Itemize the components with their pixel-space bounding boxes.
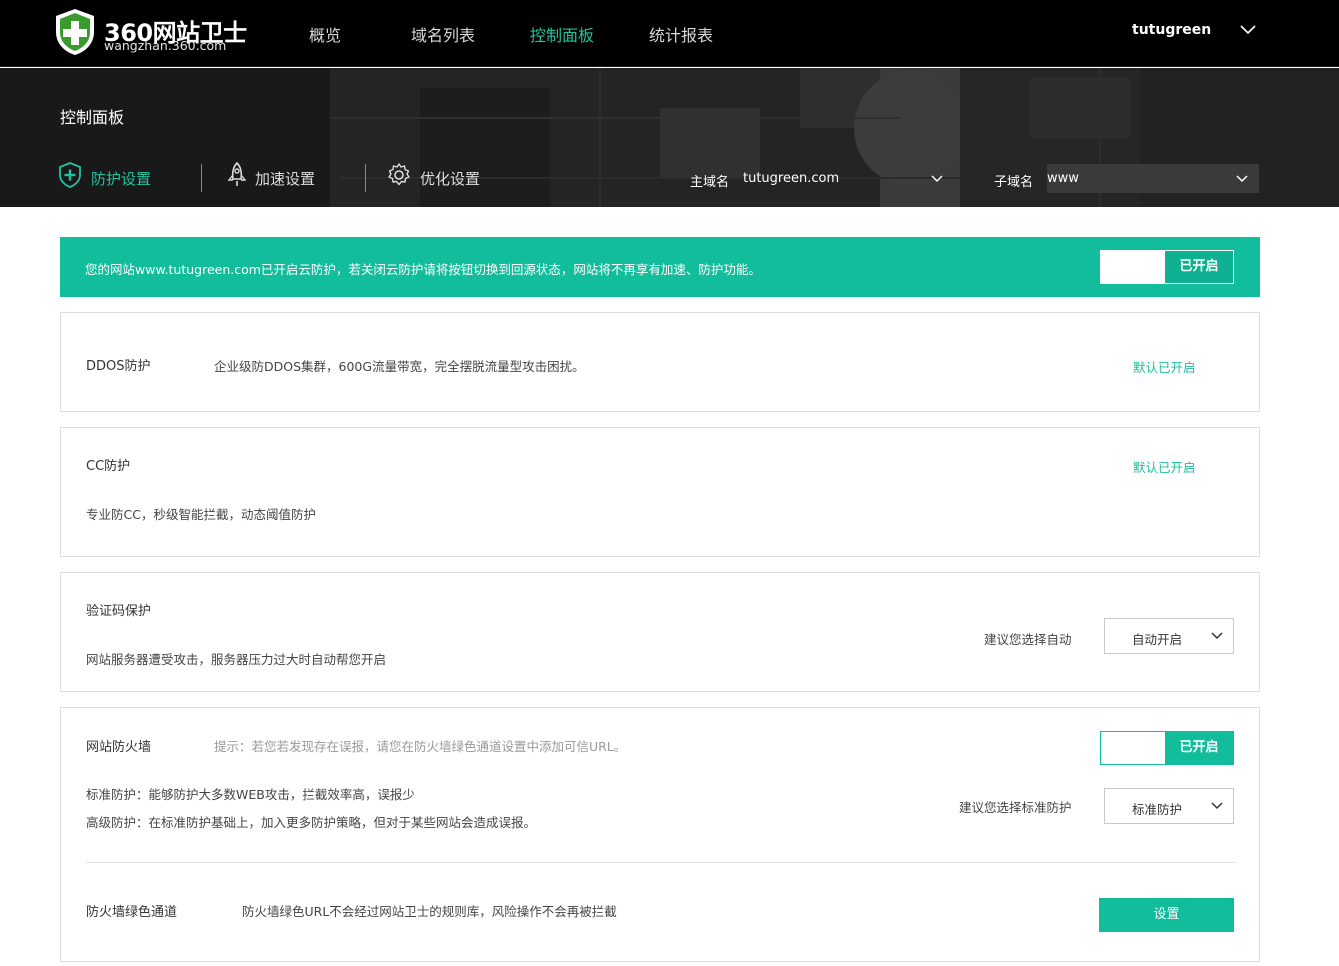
ddos-desc: 企业级防DDOS集群，600G流量带宽，完全摆脱流量型攻击困扰。	[214, 359, 585, 374]
captcha-suggest: 建议您选择自动	[984, 632, 1072, 647]
sub-domain-select[interactable]: www	[1047, 164, 1259, 193]
tab-optimization-settings[interactable]: 优化设置	[388, 163, 481, 189]
sub-domain-value: www	[1047, 171, 1079, 186]
shield-logo-icon	[56, 9, 94, 55]
nav-domain-list[interactable]: 域名列表	[411, 22, 475, 46]
firewall-standard-desc: 标准防护：能够防护大多数WEB攻击，拦截效率高，误报少	[86, 787, 415, 802]
cc-protection-card: CC防护 默认已开启 专业防CC，秒级智能拦截，动态阈值防护	[60, 427, 1260, 557]
tab-acceleration-settings[interactable]: 加速设置	[227, 162, 316, 189]
cc-status: 默认已开启	[1133, 460, 1196, 475]
chevron-down-icon[interactable]	[931, 175, 943, 183]
ddos-title: DDOS防护	[86, 359, 151, 374]
toggle-on-label: 已开启	[1165, 251, 1233, 283]
firewall-card: 网站防火墙 提示：若您若发现存在误报，请您在防火墙绿色通道设置中添加可信URL。…	[60, 707, 1260, 962]
rocket-icon	[227, 162, 247, 186]
chevron-down-icon	[1211, 802, 1223, 810]
divider	[86, 862, 1236, 863]
shield-plus-icon	[59, 162, 81, 188]
firewall-suggest: 建议您选择标准防护	[959, 800, 1072, 815]
ddos-protection-card: DDOS防护 企业级防DDOS集群，600G流量带宽，完全摆脱流量型攻击困扰。 …	[60, 312, 1260, 412]
captcha-title: 验证码保护	[86, 604, 152, 619]
username[interactable]: tutugreen	[1132, 22, 1211, 38]
firewall-advanced-desc: 高级防护：在标准防护基础上，加入更多防护策略，但对于某些网站会造成误报。	[86, 815, 537, 830]
nav-overview[interactable]: 概览	[309, 22, 341, 46]
cloud-protection-alert: 您的网站www.tutugreen.com已开启云防护，若关闭云防护请将按钮切换…	[60, 237, 1260, 297]
tab-label: 优化设置	[420, 170, 481, 188]
gear-icon	[388, 163, 410, 186]
main-domain-label: 主域名	[690, 175, 730, 190]
cc-desc: 专业防CC，秒级智能拦截，动态阈值防护	[86, 507, 316, 522]
firewall-whitelist-desc: 防火墙绿色URL不会经过网站卫士的规则库，风险操作不会再被拦截	[242, 904, 617, 919]
chevron-down-icon	[1211, 632, 1223, 640]
cc-title: CC防护	[86, 459, 131, 474]
toggle-on-label: 已开启	[1165, 732, 1233, 764]
firewall-whitelist-settings-button[interactable]: 设置	[1099, 898, 1234, 932]
nav-control-panel[interactable]: 控制面板	[530, 22, 594, 46]
select-value: 自动开启	[1132, 632, 1183, 647]
page-title: 控制面板	[60, 108, 125, 127]
firewall-title: 网站防火墙	[86, 740, 152, 755]
ddos-status: 默认已开启	[1133, 360, 1196, 375]
sub-domain-label: 子域名	[994, 175, 1034, 190]
chevron-down-icon	[1236, 175, 1248, 183]
main-domain-select[interactable]: tutugreen.com	[743, 171, 839, 186]
firewall-hint: 提示：若您若发现存在误报，请您在防火墙绿色通道设置中添加可信URL。	[214, 739, 627, 754]
tab-label: 加速设置	[255, 170, 316, 188]
tab-divider	[201, 164, 202, 192]
logo[interactable]: 360网站卫士 wangzhan.360.com	[54, 8, 284, 58]
captcha-desc: 网站服务器遭受攻击，服务器压力过大时自动帮您开启	[86, 652, 387, 667]
alert-text: 您的网站www.tutugreen.com已开启云防护，若关闭云防护请将按钮切换…	[85, 262, 761, 277]
chevron-down-icon[interactable]	[1240, 25, 1256, 35]
tab-divider	[365, 164, 366, 192]
captcha-protection-card: 验证码保护 网站服务器遭受攻击，服务器压力过大时自动帮您开启 建议您选择自动 自…	[60, 572, 1260, 692]
captcha-mode-select[interactable]: 自动开启	[1104, 618, 1234, 654]
firewall-toggle[interactable]: 已开启	[1100, 731, 1234, 765]
top-navbar: 360网站卫士 wangzhan.360.com 概览 域名列表 控制面板 统计…	[0, 0, 1339, 67]
tab-label: 防护设置	[91, 170, 152, 188]
cloud-protection-toggle[interactable]: 已开启	[1100, 250, 1234, 284]
select-value: 标准防护	[1132, 802, 1183, 817]
firewall-whitelist-title: 防火墙绿色通道	[86, 905, 178, 920]
firewall-mode-select[interactable]: 标准防护	[1104, 788, 1234, 824]
nav-stats-report[interactable]: 统计报表	[649, 22, 713, 46]
tab-protection-settings[interactable]: 防护设置	[59, 162, 152, 189]
page-banner: 控制面板 防护设置 加速设置 优化设置 主域名 tutugreen.com 子域…	[0, 68, 1339, 207]
logo-subtitle: wangzhan.360.com	[104, 38, 227, 53]
